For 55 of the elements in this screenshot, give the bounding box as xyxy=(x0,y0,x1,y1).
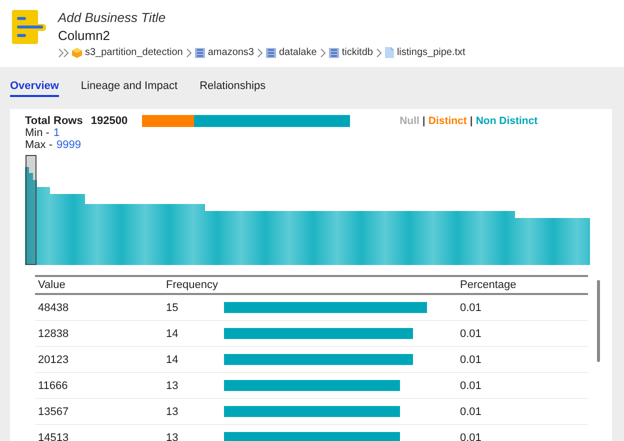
column-header: Value xyxy=(38,279,66,291)
legend-label: Non Distinct xyxy=(476,115,538,127)
min-value: 1 xyxy=(53,127,60,139)
double-chevron-icon xyxy=(58,48,69,58)
cube-icon xyxy=(72,48,82,58)
table-cell-text: 15 xyxy=(166,302,180,314)
max-value: 9999 xyxy=(56,139,81,151)
table-cell-text: 20123 xyxy=(38,354,70,366)
breadcrumb-link[interactable]: datalake xyxy=(279,47,317,58)
table-cell-text: 0.01 xyxy=(460,302,482,314)
legend-label: Distinct xyxy=(428,115,467,127)
total-rows-label: Total Rows xyxy=(25,115,83,127)
table-icon xyxy=(266,48,276,58)
table-cell-text: 0.01 xyxy=(460,406,482,418)
breadcrumb-link[interactable]: s3_partition_detection xyxy=(85,47,183,58)
table-cell-text: 13 xyxy=(166,380,180,392)
table-cell-text: 11666 xyxy=(38,380,69,392)
business-title[interactable]: Add Business Title xyxy=(58,10,466,25)
tab[interactable]: Relationships xyxy=(200,79,266,97)
legend-separator: | xyxy=(470,115,473,127)
table-cell-text: 0.01 xyxy=(460,328,482,340)
tab[interactable]: Overview xyxy=(10,79,59,97)
chevron-icon xyxy=(320,48,326,58)
table-cell-text: 14 xyxy=(166,328,180,340)
table-cell-text: 12838 xyxy=(38,328,70,340)
scrollbar[interactable] xyxy=(597,280,600,362)
chevron-icon xyxy=(257,48,263,58)
column-name: Column2 xyxy=(58,28,112,43)
breadcrumb-link[interactable]: amazons3 xyxy=(208,47,254,58)
total-rows-value: 192500 xyxy=(90,115,128,127)
table-cell-text: 13 xyxy=(166,406,180,418)
legend-label: Null xyxy=(400,115,420,127)
column-icon xyxy=(12,10,46,44)
tab[interactable]: Lineage and Impact xyxy=(80,79,178,97)
table-icon xyxy=(194,48,205,58)
table-cell-text: 14 xyxy=(166,354,180,366)
max-label: Max - xyxy=(25,139,52,151)
table-cell-text: 13 xyxy=(166,432,180,441)
table-icon xyxy=(328,48,339,58)
table-cell-text: 0.01 xyxy=(460,432,482,441)
file-icon xyxy=(384,47,394,58)
selection-box[interactable] xyxy=(26,155,36,265)
table-cell-text: 14513 xyxy=(38,432,70,441)
min-label: Min - xyxy=(25,127,50,139)
table-cell-text: 48438 xyxy=(38,302,70,314)
table-cell-text: 13567 xyxy=(38,406,70,418)
breadcrumb-link[interactable]: tickitdb xyxy=(342,47,373,58)
chevron-icon xyxy=(376,48,382,58)
table-cell-text: 0.01 xyxy=(460,380,482,392)
column-header: Frequency xyxy=(166,279,219,291)
legend-separator: | xyxy=(422,115,426,127)
table-cell-text: 0.01 xyxy=(460,354,482,366)
column-header: Percentage xyxy=(460,279,518,291)
breadcrumb-link[interactable]: listings_pipe.txt xyxy=(396,47,466,58)
chevron-icon xyxy=(186,48,192,58)
